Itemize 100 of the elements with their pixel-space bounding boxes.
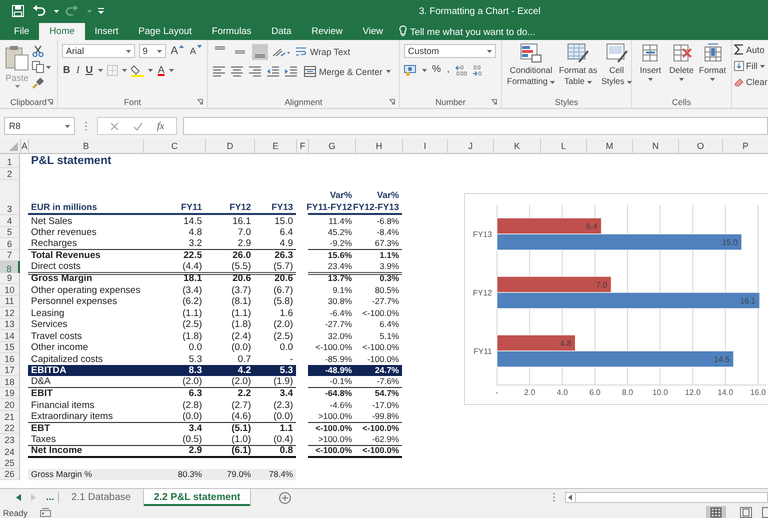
sheet-tab[interactable]: 2.2 P&L statement <box>142 489 252 506</box>
row-header[interactable]: 7 <box>0 250 20 261</box>
conditional-formatting-button[interactable]: Conditional Formatting <box>506 43 556 95</box>
increase-decimal-icon[interactable] <box>454 64 468 76</box>
ribbon-tab[interactable]: File <box>4 23 40 40</box>
column-header[interactable]: J <box>447 139 493 153</box>
undo-icon[interactable] <box>32 5 46 17</box>
row-header[interactable]: 22 <box>0 422 20 434</box>
row-header[interactable]: 24 <box>0 445 20 458</box>
bold-button[interactable]: B <box>62 64 72 76</box>
check-icon[interactable] <box>133 122 143 130</box>
caret-icon[interactable] <box>122 69 127 72</box>
normal-view-icon[interactable] <box>706 506 726 518</box>
grow-font-button[interactable]: A <box>170 45 185 57</box>
row-header[interactable]: 15 <box>0 342 20 353</box>
caret-icon[interactable] <box>46 66 51 68</box>
ribbon-tab[interactable]: Insert <box>84 23 128 40</box>
caret-icon[interactable] <box>169 69 174 72</box>
column-header[interactable]: O <box>678 139 722 153</box>
bar[interactable] <box>496 292 760 309</box>
bar[interactable] <box>496 334 576 352</box>
bar[interactable] <box>496 218 602 234</box>
align-center-icon[interactable] <box>230 66 244 77</box>
align-right-icon[interactable] <box>248 66 262 77</box>
format-as-table-button[interactable]: Format as Table <box>558 43 598 95</box>
row-header[interactable]: 25 <box>0 456 20 468</box>
delete-button[interactable]: Delete <box>667 43 696 95</box>
number-format-field[interactable]: Custom <box>404 44 496 58</box>
comma-button[interactable]: , <box>446 64 451 76</box>
column-header[interactable]: H <box>355 139 402 153</box>
column-header[interactable]: K <box>493 139 540 153</box>
insert-function-button[interactable]: fx <box>157 120 164 132</box>
ribbon-tab[interactable]: Review <box>301 23 353 40</box>
row-header[interactable]: 1 <box>0 154 20 168</box>
sheet-tab[interactable]: 2.1 Database <box>61 489 141 506</box>
scroll-left-icon[interactable] <box>566 493 576 502</box>
row-header[interactable]: 14 <box>0 330 20 342</box>
row-header[interactable]: 26 <box>0 468 20 480</box>
search-field[interactable]: Tell me what you want to do... <box>410 24 610 40</box>
row-header[interactable]: 10 <box>0 284 20 296</box>
row-header[interactable]: 16 <box>0 353 20 364</box>
shrink-font-button[interactable]: A <box>188 45 203 57</box>
scissors-icon[interactable] <box>32 45 44 57</box>
chart-area[interactable]: FY13 6.4 15.0 FY12 7.0 16.1 FY11 4.8 14.5 - 2.0 4.0 6.0 8.0 10.0 12.0 14.0 16.0 <box>464 193 768 405</box>
row-header[interactable]: 5 <box>0 226 20 238</box>
bar[interactable] <box>496 234 742 250</box>
ribbon-tab[interactable]: Page Layout <box>128 23 202 40</box>
launcher-icon[interactable] <box>389 99 395 105</box>
font-color-button[interactable]: A <box>156 64 166 76</box>
scroll-left-icon[interactable] <box>16 494 21 501</box>
row-header[interactable]: 19 <box>0 388 20 399</box>
row-header[interactable]: 23 <box>0 434 20 446</box>
column-header[interactable]: L <box>540 139 586 153</box>
column-header[interactable]: A <box>20 139 28 153</box>
increase-indent-icon[interactable] <box>284 66 298 77</box>
row-header[interactable]: 3 <box>0 180 20 215</box>
copy-icon[interactable] <box>32 61 44 73</box>
column-header[interactable]: E <box>254 139 296 153</box>
align-left-icon[interactable] <box>212 66 226 77</box>
launcher-icon[interactable] <box>197 99 203 105</box>
name-box[interactable]: R8 <box>4 117 75 135</box>
ribbon-tab[interactable]: View <box>352 23 394 40</box>
percent-button[interactable]: % <box>431 64 442 76</box>
column-header[interactable]: G <box>308 139 355 153</box>
ribbon-tab[interactable]: Home <box>39 23 85 40</box>
row-header[interactable]: 9 <box>0 272 20 284</box>
insert-button[interactable]: Insert <box>636 43 665 95</box>
fill-button[interactable]: Fill <box>734 61 768 71</box>
underline-button[interactable]: U <box>84 64 94 76</box>
formula-field[interactable] <box>183 117 768 135</box>
customize-icon[interactable] <box>98 8 104 14</box>
row-header[interactable]: 4 <box>0 215 20 226</box>
format-button[interactable]: Format <box>698 43 727 95</box>
row-header[interactable]: 6 <box>0 238 20 250</box>
merge-center-button[interactable]: Merge & Center <box>302 66 393 77</box>
caret-icon[interactable] <box>148 69 153 72</box>
italic-button[interactable]: I <box>75 64 81 76</box>
wrap-text-button[interactable]: Wrap Text <box>294 47 352 57</box>
borders-icon[interactable] <box>106 65 118 76</box>
horizontal-scrollbar[interactable] <box>565 492 768 503</box>
row-header[interactable]: 17 <box>0 364 20 376</box>
row-header[interactable]: 11 <box>0 296 20 307</box>
fill-color-icon[interactable] <box>130 64 144 77</box>
macro-record-icon[interactable] <box>40 508 51 517</box>
clear-button[interactable]: Clear <box>734 77 768 87</box>
column-header[interactable]: P <box>722 139 768 153</box>
font-size-field[interactable]: 9 <box>138 44 166 58</box>
column-header[interactable]: C <box>143 139 205 153</box>
launcher-icon[interactable] <box>47 99 53 105</box>
row-header[interactable]: 2 <box>0 168 20 180</box>
caret-icon[interactable] <box>54 10 59 12</box>
bar[interactable] <box>496 350 734 368</box>
currency-icon[interactable] <box>404 64 418 76</box>
decrease-indent-icon[interactable] <box>266 66 280 77</box>
launcher-icon[interactable] <box>491 99 497 105</box>
text-orientation-icon[interactable] <box>272 46 290 58</box>
page-break-view-icon[interactable] <box>762 507 768 518</box>
caret-icon[interactable] <box>422 68 427 72</box>
bar[interactable] <box>496 276 612 293</box>
cell-styles-button[interactable]: Cell Styles <box>600 43 633 95</box>
